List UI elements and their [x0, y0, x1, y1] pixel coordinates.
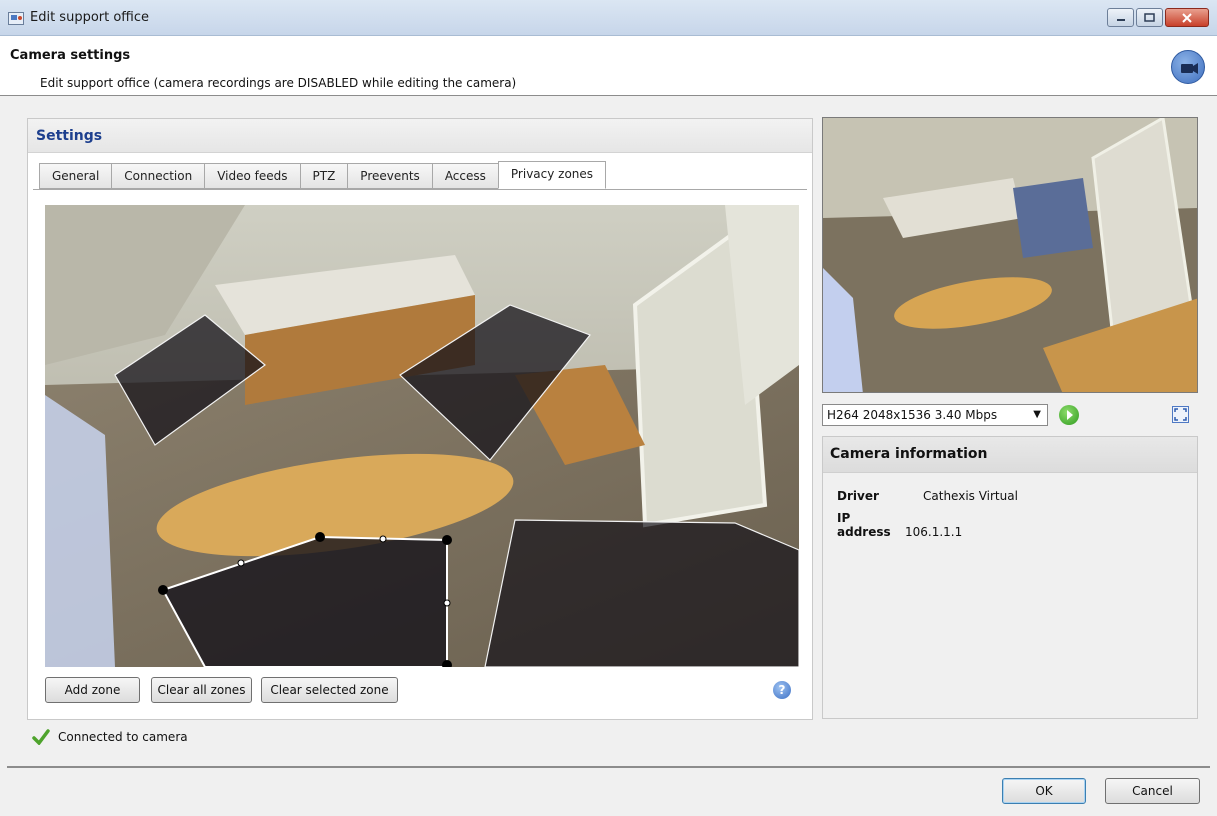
settings-panel: Settings General Connection Video feeds … [27, 118, 813, 720]
add-zone-button[interactable]: Add zone [45, 677, 140, 703]
zone-handle[interactable] [158, 585, 168, 595]
zone-midpoint-handle[interactable] [237, 559, 245, 567]
help-icon[interactable]: ? [773, 681, 791, 699]
page-subtitle: Edit support office (camera recordings a… [40, 76, 517, 90]
minimize-icon [1116, 18, 1125, 21]
privacy-zone-editor[interactable] [45, 205, 799, 667]
check-icon [32, 729, 50, 745]
window-title: Edit support office [30, 10, 150, 25]
tab-access[interactable]: Access [431, 163, 498, 189]
tab-video-feeds[interactable]: Video feeds [204, 163, 300, 189]
camera-preview [822, 117, 1198, 393]
privacy-zone[interactable] [484, 519, 799, 667]
driver-value: Cathexis Virtual [923, 489, 1018, 503]
preview-image [823, 118, 1197, 392]
clear-all-zones-button[interactable]: Clear all zones [151, 677, 252, 703]
driver-label: Driver [837, 489, 879, 503]
camera-settings-icon [8, 12, 24, 25]
connection-status: Connected to camera [32, 729, 188, 745]
zone-handle[interactable] [442, 535, 452, 545]
camera-view[interactable] [45, 205, 799, 667]
page-header: Camera settings Edit support office (cam… [0, 36, 1217, 96]
tab-ptz[interactable]: PTZ [299, 163, 348, 189]
play-icon[interactable] [1059, 405, 1079, 425]
maximize-icon [1144, 13, 1155, 22]
maximize-button[interactable] [1136, 8, 1163, 27]
fullscreen-icon[interactable] [1172, 406, 1189, 423]
clear-selected-zone-button[interactable]: Clear selected zone [261, 677, 398, 703]
cancel-button[interactable]: Cancel [1105, 778, 1200, 804]
minimize-button[interactable] [1107, 8, 1134, 27]
ip-address-value: 106.1.1.1 [905, 525, 963, 539]
zone-handle[interactable] [315, 532, 325, 542]
tab-general[interactable]: General [39, 163, 112, 189]
tab-privacy-zones[interactable]: Privacy zones [497, 161, 607, 189]
ip-address-label: IP address [837, 511, 891, 539]
stream-select[interactable]: H264 2048x1536 3.40 Mbps ▼ [822, 404, 1048, 426]
settings-header [28, 119, 812, 153]
tab-preevents[interactable]: Preevents [347, 163, 432, 189]
camera-information-title: Camera information [830, 446, 988, 462]
stream-select-value: H264 2048x1536 3.40 Mbps [827, 408, 998, 422]
close-icon [1182, 12, 1192, 23]
dialog-footer: OK Cancel [7, 768, 1210, 816]
ok-button[interactable]: OK [1002, 778, 1086, 804]
zone-midpoint-handle[interactable] [379, 535, 387, 543]
driver-row: Driver Cathexis Virtual [837, 489, 1018, 503]
camera-icon [1171, 50, 1205, 84]
ip-address-row: IP address 106.1.1.1 [837, 511, 962, 539]
status-text: Connected to camera [58, 730, 188, 744]
tab-connection[interactable]: Connection [111, 163, 205, 189]
settings-title: Settings [36, 128, 103, 144]
close-button[interactable] [1165, 8, 1209, 27]
page-title: Camera settings [10, 48, 131, 63]
zone-midpoint-handle[interactable] [443, 599, 451, 607]
chevron-down-icon: ▼ [1033, 409, 1041, 420]
settings-tabs: General Connection Video feeds PTZ Preev… [39, 161, 607, 189]
camera-information-panel: Camera information Driver Cathexis Virtua… [822, 436, 1198, 719]
title-bar: Edit support office [0, 0, 1217, 36]
